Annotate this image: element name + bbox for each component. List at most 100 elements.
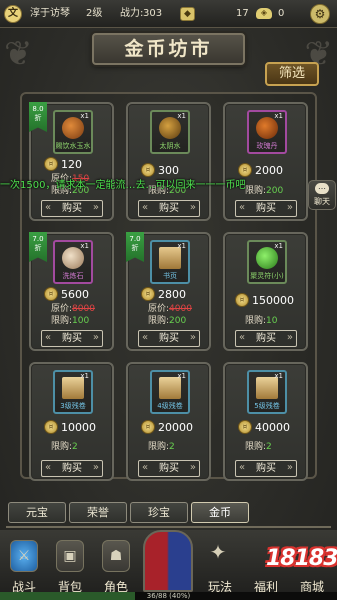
purchase-limit: 限购:2	[148, 442, 175, 452]
power-label: 战力:	[120, 8, 144, 19]
discount-tag: 7.0 折	[126, 232, 144, 262]
buy-button[interactable]: 购买	[138, 460, 200, 477]
player-avatar-icon[interactable]: 文	[4, 5, 22, 23]
shop-item-card[interactable]: 8.0折 x1 赐饮水玉水 ¤ 120 原价:150 限购:200 购买	[29, 102, 114, 221]
potion-icon	[159, 117, 181, 139]
item-slot[interactable]: x1 洗炼石	[53, 240, 93, 284]
coin-icon: ¤	[235, 293, 249, 307]
dragon-ornament-left-icon: ❦	[4, 34, 33, 74]
coin-icon: ¤	[44, 287, 58, 301]
scroll-icon	[256, 377, 278, 399]
item-name: 5级残卷	[254, 402, 280, 410]
player-name: 淳于访琴	[30, 8, 70, 19]
buy-button[interactable]: 购买	[138, 200, 200, 217]
purchase-limit: 限购:10	[245, 316, 278, 326]
item-slot[interactable]: x1 玫瑰丹	[247, 110, 287, 154]
stone-icon	[62, 247, 84, 269]
gold-value: 17	[236, 8, 249, 19]
tab-treasure[interactable]: 珍宝	[130, 502, 188, 523]
purchase-limit: 限购:200	[148, 316, 187, 326]
shop-item-card[interactable]: x1 玫瑰丹 ¤ 2000 限购:200 购买	[223, 102, 308, 221]
nav-battle[interactable]: ⚔ 战斗	[4, 540, 44, 598]
item-slot[interactable]: x1 太阴水	[150, 110, 190, 154]
book-page-icon	[159, 247, 181, 269]
purchase-limit: 限购:2	[51, 442, 78, 452]
buy-button[interactable]: 购买	[235, 460, 297, 477]
coin-icon: ¤	[141, 287, 155, 301]
discount-tag: 7.0 折	[29, 232, 47, 262]
shop-item-card[interactable]: x1 4级残卷 ¤ 20000 限购:2 购买	[126, 362, 211, 481]
experience-bar: 36/88 (40%)	[0, 592, 337, 600]
coin-icon: ¤	[238, 163, 252, 177]
top-status-bar: 文 淳于访琴 2级 战力: 303 ◆ 17 ◈ 0 ⚙	[0, 0, 337, 28]
item-slot[interactable]: x1 聚灵符(小)	[247, 240, 287, 284]
pill-icon	[256, 117, 278, 139]
purchase-limit: 限购:100	[51, 316, 90, 326]
coin-icon: ¤	[238, 420, 252, 434]
coin-icon: ¤	[141, 163, 155, 177]
shop-title: 金币坊市	[92, 33, 245, 65]
buy-button[interactable]: 购买	[138, 330, 200, 347]
item-name: 3级残卷	[60, 402, 86, 410]
buy-button[interactable]: 购买	[235, 200, 297, 217]
talisman-icon	[256, 247, 278, 269]
potion-icon	[62, 117, 84, 139]
item-name: 聚灵符(小)	[250, 272, 284, 280]
site-watermark-logo: 18183	[266, 546, 337, 571]
system-broadcast: 一次1500，请求本一定能流…去…可以回来一一一币吧	[0, 180, 246, 190]
silver-ingot-icon: ◈	[256, 8, 272, 19]
purchase-limit: 限购:2	[245, 442, 272, 452]
item-name: 洗炼石	[62, 272, 84, 280]
power-value: 303	[143, 8, 163, 19]
shop-item-card[interactable]: x1 3级残卷 ¤ 10000 限购:2 购买	[29, 362, 114, 481]
shop-item-card[interactable]: x1 5级残卷 ¤ 40000 限购:2 购买	[223, 362, 308, 481]
buy-button[interactable]: 购买	[41, 200, 103, 217]
scroll-icon	[159, 377, 181, 399]
shop-item-card[interactable]: 7.0折 x1 洗炼石 ¤ 5600 原价:8000 限购:100 购买	[29, 232, 114, 351]
ingot-value: 0	[278, 8, 285, 19]
item-price: 2800	[158, 288, 186, 301]
experience-text: 36/88 (40%)	[146, 592, 191, 600]
filter-button[interactable]: 筛选	[265, 62, 319, 86]
item-slot[interactable]: x1 3级残卷	[53, 370, 93, 414]
item-slot[interactable]: x1 4级残卷	[150, 370, 190, 414]
item-name: 书页	[163, 272, 177, 280]
battle-icon: ⚔	[10, 540, 38, 572]
portal-gate-icon[interactable]	[143, 530, 193, 592]
buy-button[interactable]: 购买	[235, 330, 297, 347]
player-level: 2级	[86, 8, 103, 19]
shop-item-card[interactable]: 7.0折 x1 书页 ¤ 2800 原价:4000 限购:200 购买	[126, 232, 211, 351]
item-slot[interactable]: x1 书页	[150, 240, 190, 284]
item-name: 4级残卷	[157, 402, 183, 410]
tab-yuanbao[interactable]: 元宝	[8, 502, 66, 523]
chat-button[interactable]: 聊天	[308, 180, 336, 210]
gold-ingot-icon: ◆	[180, 7, 195, 21]
item-price: 10000	[61, 421, 96, 434]
tab-gold[interactable]: 金币	[191, 502, 249, 523]
scroll-icon	[62, 377, 84, 399]
shop-item-card[interactable]: x1 聚灵符(小) ¤ 150000 限购:10 购买	[223, 232, 308, 351]
item-slot[interactable]: x1 5级残卷	[247, 370, 287, 414]
item-name: 玫瑰丹	[256, 142, 278, 150]
nav-gameplay[interactable]: 玩法	[200, 540, 240, 598]
item-name: 赐饮水玉水	[55, 142, 91, 150]
coin-icon: ¤	[44, 420, 58, 434]
buy-button[interactable]: 购买	[41, 330, 103, 347]
item-slot[interactable]: x1 赐饮水玉水	[53, 110, 93, 154]
bag-icon: ▣	[56, 540, 84, 572]
coin-icon: ¤	[44, 157, 58, 171]
character-icon: ☗	[102, 540, 130, 572]
item-price: 120	[61, 158, 82, 171]
settings-icon[interactable]: ⚙	[310, 4, 330, 24]
item-price: 150000	[252, 294, 294, 307]
shop-item-card[interactable]: x1 太阴水 ¤ 300 限购:200 购买	[126, 102, 211, 221]
nav-character[interactable]: ☗ 角色	[96, 540, 136, 598]
tabs-divider	[6, 526, 331, 528]
discount-tag: 8.0 折	[29, 102, 47, 132]
nav-bag[interactable]: ▣ 背包	[50, 540, 90, 598]
buy-button[interactable]: 购买	[41, 460, 103, 477]
coin-icon: ¤	[141, 420, 155, 434]
tab-honor[interactable]: 荣誉	[69, 502, 127, 523]
item-price: 20000	[158, 421, 193, 434]
item-price: 40000	[255, 421, 290, 434]
